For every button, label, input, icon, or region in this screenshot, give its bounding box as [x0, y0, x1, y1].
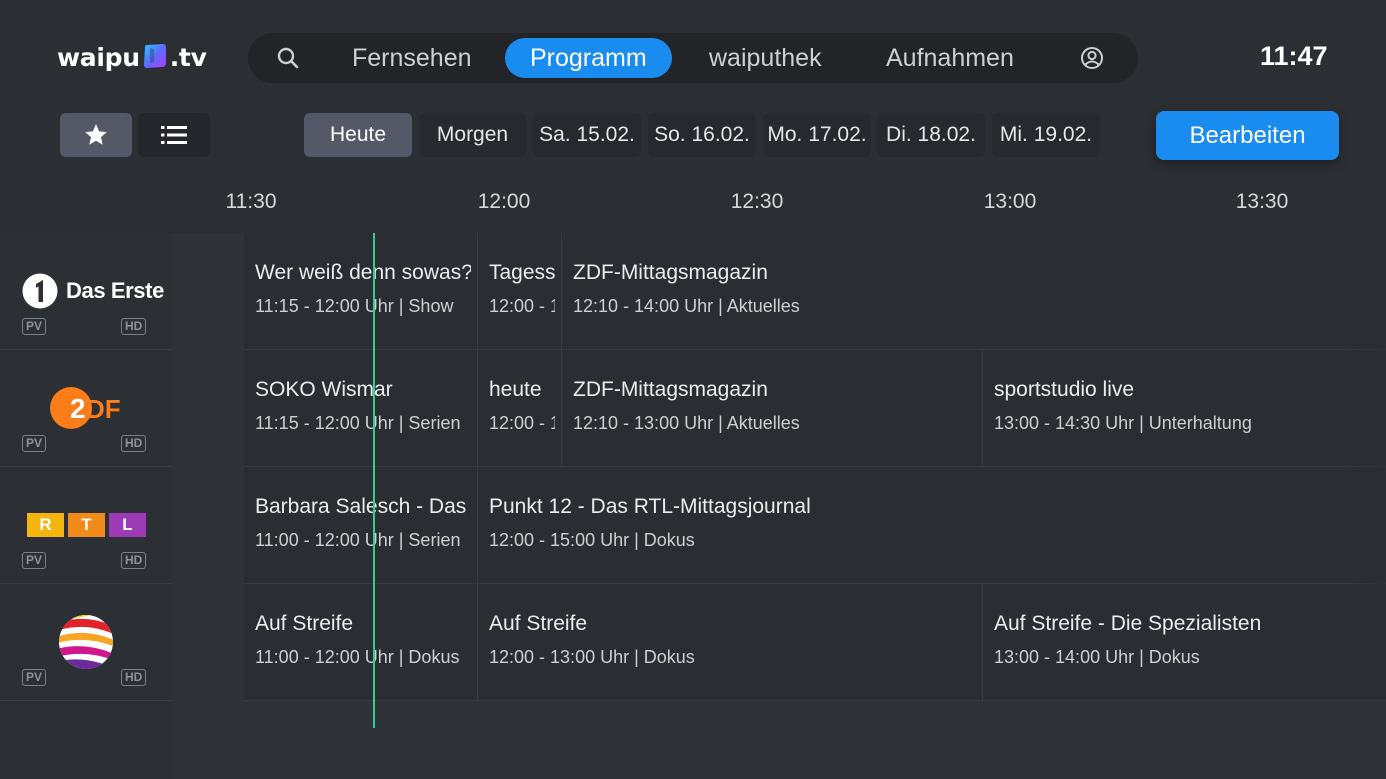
program-row-das-erste: Wer weiß denn sowas? 11:15 - 12:00 Uhr |… [244, 233, 1386, 350]
edit-button[interactable]: Bearbeiten [1156, 111, 1339, 160]
svg-text:2: 2 [70, 393, 86, 424]
channel-rtl[interactable]: R T L PV HD [0, 467, 172, 584]
time-tick: 13:30 [1235, 190, 1289, 213]
sat1-logo [58, 614, 114, 675]
program-title: Barbara Salesch - Das Strafgericht [255, 495, 471, 518]
channel-sat1[interactable]: PV HD [0, 584, 172, 701]
program-time: 12:00 - 13:00 Uhr | Dokus [489, 647, 695, 667]
program-time: 12:00 - 12:10 Uhr [489, 296, 555, 316]
program-title: Wer weiß denn sowas? [255, 261, 471, 284]
pv-badge: PV [22, 435, 47, 452]
pv-badge: PV [22, 318, 47, 335]
program-time: 12:10 - 14:00 Uhr | Aktuelles [573, 296, 800, 316]
program-time: 13:00 - 14:00 Uhr | Dokus [994, 647, 1200, 667]
program-cell[interactable]: Barbara Salesch - Das Strafgericht 11:00… [244, 467, 477, 583]
program-title: Auf Streife [255, 612, 354, 635]
program-cell[interactable]: SOKO Wismar 11:15 - 12:00 Uhr | Serien [244, 350, 477, 466]
day-tab-mo[interactable]: Mo. 17.02. [763, 113, 871, 157]
zdf-icon: 2 DF [50, 387, 121, 429]
day-tab-mi[interactable]: Mi. 19.02. [992, 113, 1100, 157]
program-row-rtl: Barbara Salesch - Das Strafgericht 11:00… [244, 467, 1386, 584]
logo-text-right: .tv [169, 42, 207, 72]
time-tick: 12:30 [730, 190, 784, 213]
program-cell[interactable]: Auf Streife - Die Spezialisten 13:00 - 1… [982, 584, 1386, 700]
scroll-fade [1346, 233, 1386, 699]
program-row-zdf: SOKO Wismar 11:15 - 12:00 Uhr | Serien h… [244, 350, 1386, 467]
time-tick: 11:30 [225, 190, 277, 213]
program-cell[interactable]: Auf Streife 12:00 - 13:00 Uhr | Dokus [477, 584, 982, 700]
program-time: 11:15 - 12:00 Uhr | Serien [255, 413, 461, 433]
nav-fernsehen[interactable]: Fernsehen [327, 38, 497, 78]
time-tick: 12:00 [477, 190, 531, 213]
program-cell[interactable]: Punkt 12 - Das RTL-Mittagsjournal 12:00 … [477, 467, 1386, 583]
program-time: 11:00 - 12:00 Uhr | Dokus [255, 647, 460, 667]
nav-aufnahmen[interactable]: Aufnahmen [861, 38, 1039, 78]
pv-badge: PV [22, 552, 47, 569]
program-title: Auf Streife - Die Spezialisten [994, 612, 1262, 635]
favorites-view-button[interactable] [60, 113, 132, 157]
program-title: ZDF-Mittagsmagazin [573, 261, 768, 284]
day-tab-heute[interactable]: Heute [304, 113, 412, 157]
program-time: 13:00 - 14:30 Uhr | Unterhaltung [994, 413, 1252, 433]
program-cell[interactable]: sportstudio live 13:00 - 14:30 Uhr | Unt… [982, 350, 1386, 466]
sat1-ball-icon [59, 615, 113, 669]
program-title: Auf Streife [489, 612, 588, 635]
program-cell[interactable]: Wer weiß denn sowas? 11:15 - 12:00 Uhr |… [244, 233, 477, 349]
program-time: 12:00 - 12:10 Uhr [489, 413, 555, 433]
program-time: 12:00 - 15:00 Uhr | Dokus [489, 530, 695, 550]
pv-badge: PV [22, 669, 47, 686]
current-time-line [373, 233, 375, 728]
profile-icon[interactable] [1080, 46, 1104, 70]
program-title: ZDF-Mittagsmagazin [573, 378, 768, 401]
hd-badge: HD [121, 669, 147, 686]
day-tab-so[interactable]: So. 16.02. [648, 113, 756, 157]
rtl-logo: R T L [27, 513, 146, 537]
clock: 11:47 [1260, 41, 1328, 71]
program-time: 12:10 - 13:00 Uhr | Aktuelles [573, 413, 800, 433]
program-title: Tagesschau [489, 261, 555, 284]
program-cell[interactable]: Auf Streife 11:00 - 12:00 Uhr | Dokus [244, 584, 477, 700]
channel-zdf[interactable]: 2 DF PV HD [0, 350, 172, 467]
program-cell[interactable]: ZDF-Mittagsmagazin 12:10 - 14:00 Uhr | A… [561, 233, 1386, 349]
program-title: heute [489, 378, 542, 401]
program-title: SOKO Wismar [255, 378, 393, 401]
zdf-logo: 2 DF [50, 386, 126, 435]
hd-badge: HD [121, 552, 147, 569]
program-time: 11:15 - 12:00 Uhr | Show [255, 296, 454, 316]
program-row-sat1: Auf Streife 11:00 - 12:00 Uhr | Dokus Au… [244, 584, 1386, 701]
program-title: sportstudio live [994, 378, 1135, 401]
channel-das-erste[interactable]: Das Erste PV HD [0, 233, 172, 350]
main-navigation: Fernsehen Programm waiputhek Aufnahmen [248, 33, 1138, 83]
day-tab-sa[interactable]: Sa. 15.02. [533, 113, 641, 157]
time-tick: 13:00 [983, 190, 1037, 213]
logo-text-left: waipu [57, 42, 140, 72]
svg-text:DF: DF [86, 394, 121, 424]
program-time: 11:00 - 12:00 Uhr | Serien [255, 530, 461, 550]
day-tab-morgen[interactable]: Morgen [419, 113, 526, 157]
hd-badge: HD [121, 318, 147, 335]
day-tab-di[interactable]: Di. 18.02. [877, 113, 985, 157]
nav-programm[interactable]: Programm [505, 38, 672, 78]
list-view-button[interactable] [138, 113, 210, 157]
program-cell[interactable]: Tagesschau 12:00 - 12:10 Uhr [477, 233, 561, 349]
waipu-logo-icon [143, 44, 166, 68]
program-cell[interactable]: heute 12:00 - 12:10 Uhr [477, 350, 561, 466]
nav-waiputhek[interactable]: waiputhek [684, 38, 847, 78]
program-title: Punkt 12 - Das RTL-Mittagsjournal [489, 495, 811, 518]
star-icon [85, 124, 107, 145]
waipu-logo: waipu .tv [57, 40, 207, 74]
channel-name: Das Erste [66, 278, 164, 303]
search-icon[interactable] [276, 46, 300, 70]
list-icon [161, 126, 187, 144]
das-erste-logo: Das Erste [22, 273, 164, 309]
program-cell[interactable]: ZDF-Mittagsmagazin 12:10 - 13:00 Uhr | A… [561, 350, 982, 466]
das-erste-icon [22, 273, 58, 309]
hd-badge: HD [121, 435, 147, 452]
